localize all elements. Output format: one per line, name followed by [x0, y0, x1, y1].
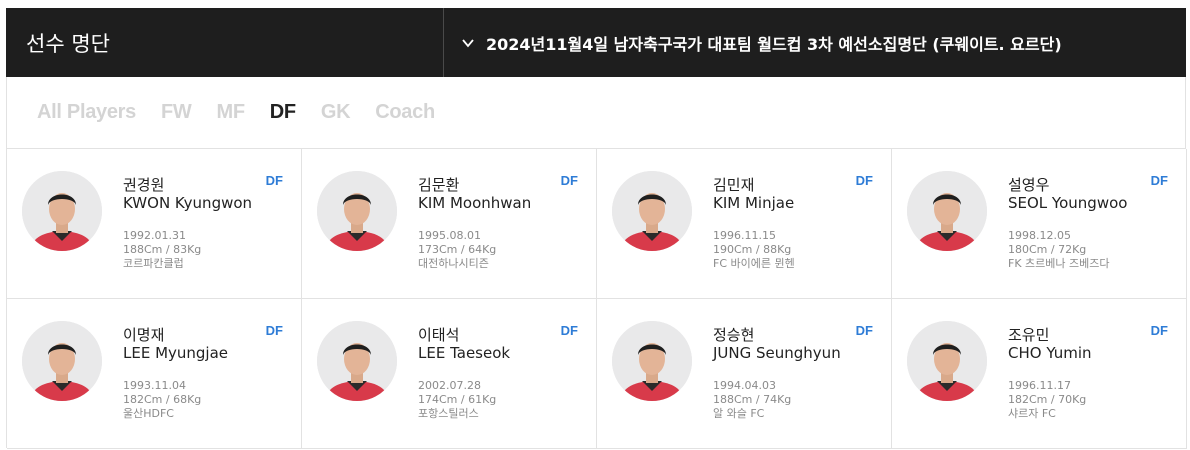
position-badge: DF: [265, 323, 283, 338]
player-details: 1998.12.05 180Cm / 72Kg FK 츠르베나 즈베즈다: [1008, 229, 1110, 271]
player-club: FK 츠르베나 즈베즈다: [1008, 257, 1110, 270]
position-badge: DF: [265, 173, 283, 188]
player-name-korean: 이명재: [123, 326, 165, 344]
player-name-korean: 이태석: [418, 326, 460, 344]
player-card[interactable]: DF 정승현 JUNG Seunghyun 1994.04.03 188Cm /…: [597, 299, 892, 449]
position-badge: DF: [855, 323, 873, 338]
player-club: 울산HDFC: [123, 407, 174, 420]
player-card[interactable]: DF 이명재 LEE Myungjae 1993.11.04 182Cm / 6…: [7, 299, 302, 449]
player-name-korean: 정승현: [713, 326, 755, 344]
player-details: 1995.08.01 173Cm / 64Kg 대전하나시티즌: [418, 229, 496, 271]
player-club: 코르파칸클럽: [123, 257, 184, 270]
player-height-weight: 180Cm / 72Kg: [1008, 243, 1087, 256]
tab-mf[interactable]: MF: [217, 101, 246, 124]
roster-selector-label: 2024년11월4일 남자축구국가 대표팀 월드컵 3차 예선소집명단 (쿠웨이…: [486, 34, 1062, 54]
player-name-english: CHO Yumin: [1008, 344, 1092, 362]
player-card[interactable]: DF 이태석 LEE Taeseok 2002.07.28 174Cm / 61…: [302, 299, 597, 449]
player-name-english: KWON Kyungwon: [123, 194, 253, 212]
player-details: 2002.07.28 174Cm / 61Kg 포항스틸러스: [418, 379, 496, 421]
player-name-korean: 조유민: [1008, 326, 1050, 344]
player-height-weight: 182Cm / 70Kg: [1008, 393, 1087, 406]
player-name-korean: 김민재: [713, 176, 755, 194]
player-name-korean: 권경원: [123, 176, 165, 194]
player-photo-avatar: [22, 321, 102, 401]
player-club: 샤르자 FC: [1008, 407, 1056, 420]
player-photo-avatar: [907, 321, 987, 401]
player-card[interactable]: DF 권경원 KWON Kyungwon 1992.01.31 188Cm / …: [7, 149, 302, 299]
player-name-english: LEE Myungjae: [123, 344, 229, 362]
player-photo-avatar: [907, 171, 987, 251]
position-filter-tabs: All Players FW MF DF GK Coach: [6, 77, 1186, 148]
player-height-weight: 188Cm / 83Kg: [123, 243, 202, 256]
player-birthdate: 1994.04.03: [713, 379, 776, 392]
player-name-english: KIM Moonhwan: [418, 194, 532, 212]
player-club: 알 와슬 FC: [713, 407, 765, 420]
player-card[interactable]: DF 김민재 KIM Minjae 1996.11.15 190Cm / 88K…: [597, 149, 892, 299]
position-badge: DF: [1150, 173, 1168, 188]
player-details: 1996.11.17 182Cm / 70Kg 샤르자 FC: [1008, 379, 1086, 421]
tab-fw[interactable]: FW: [161, 101, 192, 124]
tab-coach[interactable]: Coach: [375, 101, 435, 124]
player-name-english: KIM Minjae: [713, 194, 795, 212]
position-badge: DF: [1150, 323, 1168, 338]
player-photo-avatar: [22, 171, 102, 251]
player-name-english: JUNG Seunghyun: [713, 344, 841, 362]
player-height-weight: 190Cm / 88Kg: [713, 243, 792, 256]
tab-all-players[interactable]: All Players: [37, 101, 136, 124]
page-title: 선수 명단: [6, 8, 444, 77]
player-club: 대전하나시티즌: [418, 257, 489, 270]
player-birthdate: 2002.07.28: [418, 379, 481, 392]
position-badge: DF: [855, 173, 873, 188]
player-card[interactable]: DF 조유민 CHO Yumin 1996.11.17 182Cm / 70Kg…: [892, 299, 1187, 449]
player-height-weight: 182Cm / 68Kg: [123, 393, 202, 406]
player-height-weight: 174Cm / 61Kg: [418, 393, 497, 406]
player-name-english: LEE Taeseok: [418, 344, 511, 362]
player-details: 1996.11.15 190Cm / 88Kg FC 바이에른 뮌헨: [713, 229, 795, 271]
player-details: 1994.04.03 188Cm / 74Kg 알 와슬 FC: [713, 379, 791, 421]
player-name-english: SEOL Youngwoo: [1008, 194, 1128, 212]
roster-header: 선수 명단 2024년11월4일 남자축구국가 대표팀 월드컵 3차 예선소집명…: [6, 8, 1186, 77]
player-club: 포항스틸러스: [418, 407, 479, 420]
roster-selector-dropdown[interactable]: 2024년11월4일 남자축구국가 대표팀 월드컵 3차 예선소집명단 (쿠웨이…: [444, 8, 1186, 77]
player-photo-avatar: [612, 321, 692, 401]
player-birthdate: 1996.11.17: [1008, 379, 1071, 392]
player-height-weight: 173Cm / 64Kg: [418, 243, 497, 256]
player-birthdate: 1992.01.31: [123, 229, 186, 242]
player-details: 1992.01.31 188Cm / 83Kg 코르파칸클럽: [123, 229, 201, 271]
player-card[interactable]: DF 설영우 SEOL Youngwoo 1998.12.05 180Cm / …: [892, 149, 1187, 299]
tab-df[interactable]: DF: [270, 101, 296, 124]
player-details: 1993.11.04 182Cm / 68Kg 울산HDFC: [123, 379, 201, 421]
player-grid: DF 권경원 KWON Kyungwon 1992.01.31 188Cm / …: [6, 148, 1187, 449]
player-photo-avatar: [317, 171, 397, 251]
player-height-weight: 188Cm / 74Kg: [713, 393, 792, 406]
player-birthdate: 1995.08.01: [418, 229, 481, 242]
position-badge: DF: [560, 323, 578, 338]
player-name-korean: 김문환: [418, 176, 460, 194]
player-birthdate: 1993.11.04: [123, 379, 186, 392]
player-birthdate: 1996.11.15: [713, 229, 776, 242]
position-badge: DF: [560, 173, 578, 188]
tab-gk[interactable]: GK: [321, 101, 351, 124]
player-photo-avatar: [612, 171, 692, 251]
player-photo-avatar: [317, 321, 397, 401]
player-birthdate: 1998.12.05: [1008, 229, 1071, 242]
player-club: FC 바이에른 뮌헨: [713, 257, 795, 270]
chevron-down-icon: [460, 35, 476, 51]
player-card[interactable]: DF 김문환 KIM Moonhwan 1995.08.01 173Cm / 6…: [302, 149, 597, 299]
player-name-korean: 설영우: [1008, 176, 1050, 194]
